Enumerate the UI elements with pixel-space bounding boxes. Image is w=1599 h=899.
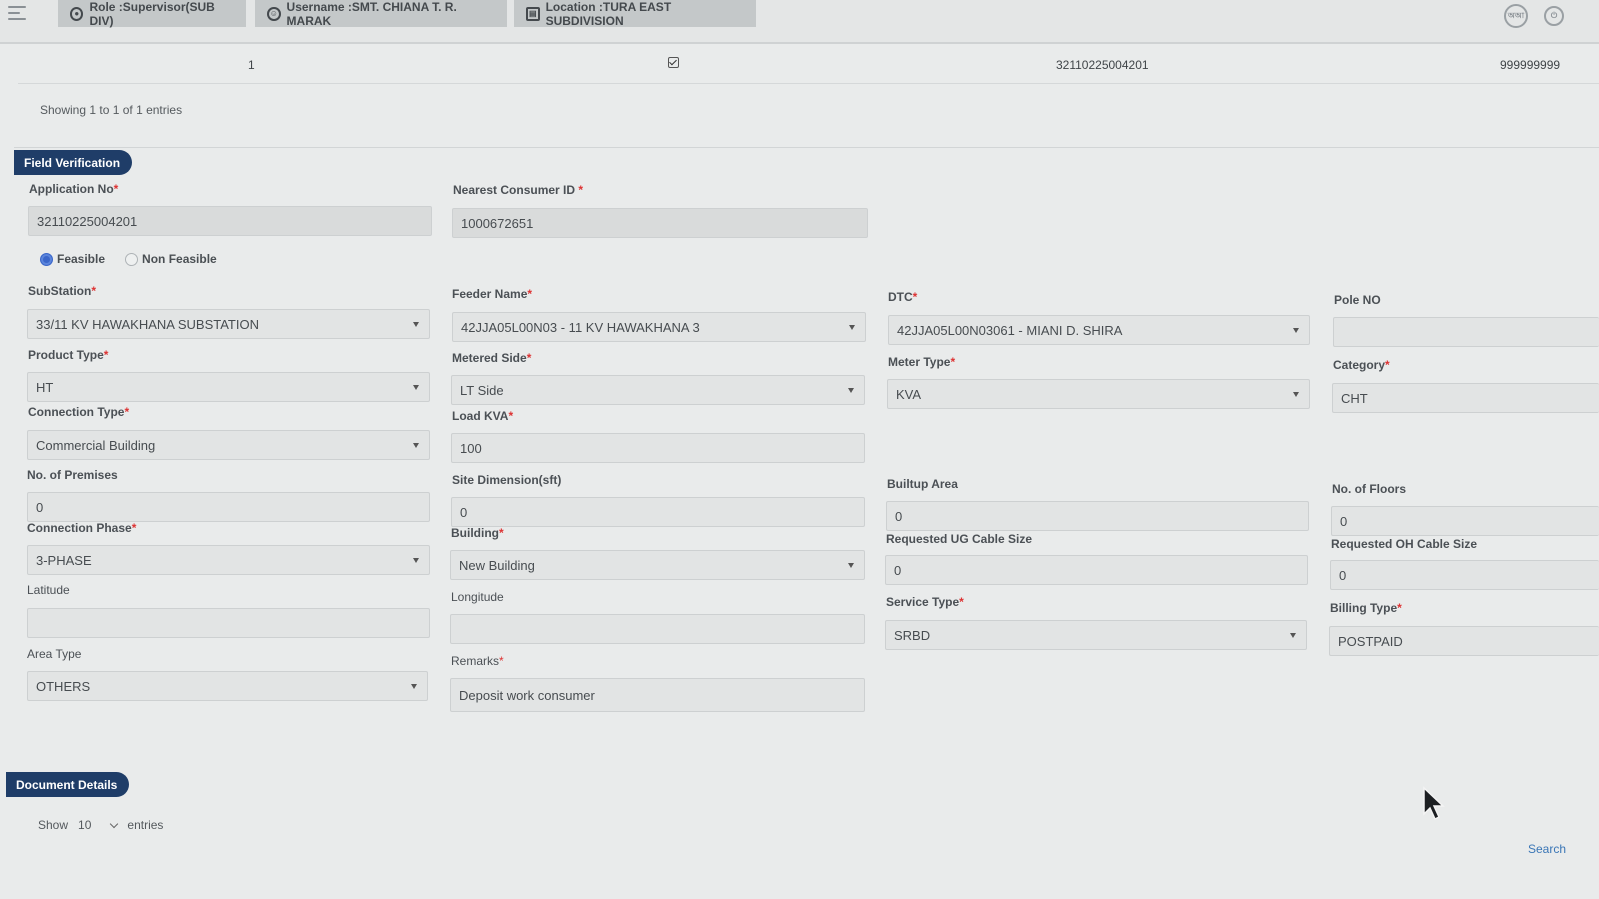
- username-tab: ☺ Username :SMT. CHIANA T. R. MARAK: [255, 0, 507, 28]
- show-label: Show: [38, 818, 69, 832]
- latitude-label: Latitude: [27, 583, 70, 597]
- load-kva-label: Load KVA*: [452, 409, 514, 423]
- user-icon: ☺: [267, 6, 281, 21]
- remarks-field[interactable]: Deposit work consumer: [450, 678, 865, 712]
- site-dimension-label: Site Dimension(sft): [452, 473, 562, 487]
- site-dimension-field[interactable]: 0: [451, 497, 865, 527]
- mouse-cursor-icon: [1423, 786, 1445, 821]
- menu-icon[interactable]: [8, 6, 26, 20]
- role-tab: ● Role :Supervisor(SUB DIV): [58, 0, 246, 28]
- metered-side-label: Metered Side*: [452, 351, 532, 365]
- application-no-cell: 32110225004201: [1056, 58, 1149, 72]
- area-type-label: Area Type: [27, 647, 82, 661]
- pole-no-field[interactable]: [1333, 317, 1599, 347]
- service-type-select[interactable]: SRBD: [885, 620, 1307, 650]
- longitude-label: Longitude: [451, 590, 504, 604]
- feasible-radio[interactable]: Feasible: [40, 252, 105, 266]
- trailing-cell: 999999999: [1500, 58, 1561, 72]
- table-info: Showing 1 to 1 of 1 entries: [40, 103, 183, 117]
- power-icon[interactable]: ⏻: [1544, 6, 1564, 26]
- req-ug-cable-label: Requested UG Cable Size: [886, 532, 1033, 546]
- building-icon: ▤: [526, 6, 540, 21]
- feeder-name-label: Feeder Name*: [452, 287, 533, 301]
- field-verification-header: Field Verification: [14, 150, 133, 175]
- nearest-consumer-id-label: Nearest Consumer ID *: [453, 183, 584, 197]
- application-no-label: Application No*: [29, 182, 119, 196]
- service-type-label: Service Type*: [886, 595, 964, 609]
- category-field[interactable]: CHT: [1332, 383, 1599, 413]
- table-row: 1 32110225004201 999999999: [18, 48, 1599, 84]
- location-tab: ▤ Location :TURA EAST SUBDIVISION: [514, 0, 756, 28]
- feasibility-radio-group: Feasible Non Feasible: [40, 252, 217, 266]
- connection-type-select[interactable]: Commercial Building: [27, 430, 430, 460]
- divider: [14, 147, 1599, 148]
- meter-type-select[interactable]: KVA: [887, 379, 1310, 409]
- select-checkbox-icon[interactable]: [668, 57, 679, 71]
- connection-type-label: Connection Type*: [28, 405, 130, 419]
- serial-cell: 1: [248, 58, 255, 72]
- substation-label: SubStation*: [28, 284, 96, 298]
- nearest-consumer-id-field[interactable]: 1000672651: [452, 208, 868, 238]
- builtup-area-field[interactable]: 0: [886, 501, 1309, 531]
- dtc-label: DTC*: [888, 290, 918, 304]
- remarks-label: Remarks*: [451, 654, 504, 668]
- product-type-label: Product Type*: [28, 348, 109, 362]
- page-size-select[interactable]: 10: [78, 818, 119, 832]
- chevron-down-icon: [110, 819, 119, 828]
- latitude-field[interactable]: [27, 608, 430, 638]
- no-of-floors-label: No. of Floors: [1332, 482, 1406, 496]
- substation-select[interactable]: 33/11 KV HAWAKHANA SUBSTATION: [27, 309, 430, 339]
- location-text: Location :TURA EAST SUBDIVISION: [545, 0, 672, 28]
- no-of-premises-label: No. of Premises: [27, 468, 118, 482]
- area-type-select[interactable]: OTHERS: [27, 671, 428, 701]
- username-text: Username :SMT. CHIANA T. R. MARAK: [286, 0, 457, 28]
- non-feasible-radio[interactable]: Non Feasible: [125, 252, 217, 266]
- connection-phase-label: Connection Phase*: [27, 521, 137, 535]
- meter-type-label: Meter Type*: [888, 355, 956, 369]
- longitude-field[interactable]: [450, 614, 865, 644]
- feeder-name-select[interactable]: 42JJA05L00N03 - 11 KV HAWAKHANA 3: [452, 312, 866, 342]
- dtc-select[interactable]: 42JJA05L00N03061 - MIANI D. SHIRA: [888, 315, 1310, 345]
- req-oh-cable-field[interactable]: 0: [1330, 560, 1599, 590]
- connection-phase-select[interactable]: 3-PHASE: [27, 545, 430, 575]
- language-icon[interactable]: অআ: [1504, 4, 1528, 28]
- no-of-premises-field[interactable]: 0: [27, 492, 430, 522]
- entries-label: entries: [127, 818, 164, 832]
- pole-no-label: Pole NO: [1334, 293, 1381, 307]
- building-label: Building*: [451, 526, 504, 540]
- no-of-floors-field[interactable]: 0: [1331, 506, 1599, 536]
- req-oh-cable-label: Requested OH Cable Size: [1331, 537, 1478, 551]
- load-kva-field[interactable]: 100: [451, 433, 865, 463]
- req-ug-cable-field[interactable]: 0: [885, 555, 1308, 585]
- page-size-control: Show 10 entries: [38, 818, 163, 832]
- building-select[interactable]: New Building: [450, 550, 865, 580]
- billing-type-field[interactable]: POSTPAID: [1329, 626, 1599, 656]
- metered-side-select[interactable]: LT Side: [451, 375, 865, 405]
- role-text: Role :Supervisor(SUB DIV): [89, 0, 215, 28]
- search-label: Search: [1528, 842, 1567, 856]
- category-label: Category*: [1333, 358, 1390, 372]
- product-type-select[interactable]: HT: [27, 372, 430, 402]
- billing-type-label: Billing Type*: [1330, 601, 1402, 615]
- top-bar: ● Role :Supervisor(SUB DIV) ☺ Username :…: [0, 0, 1599, 44]
- document-details-header: Document Details: [6, 772, 130, 797]
- role-icon: ●: [70, 6, 84, 21]
- application-no-field[interactable]: 32110225004201: [28, 206, 432, 236]
- builtup-area-label: Builtup Area: [887, 477, 958, 491]
